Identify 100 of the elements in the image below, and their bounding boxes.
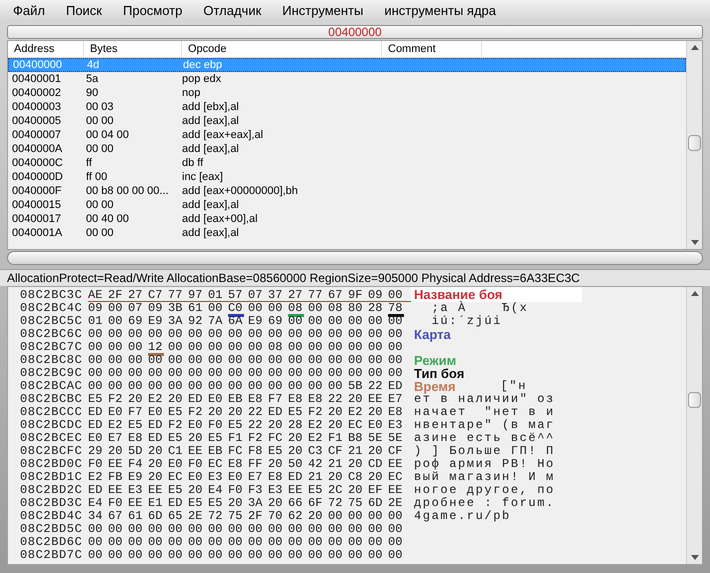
hex-byte: ED: [88, 406, 104, 418]
hex-byte: 00: [308, 315, 324, 327]
disassembly-row[interactable]: 00400017 00 40 00 add [eax+00],al: [8, 212, 686, 226]
opcode-cell-text: add [eax+00000000],bh: [182, 184, 299, 198]
hex-byte: 00: [368, 549, 384, 561]
disassembly-row[interactable]: 00400007 00 04 00 add [eax+eax],al: [8, 128, 686, 142]
hex-byte: 00: [288, 549, 304, 561]
hex-address: 08C2BD1C: [20, 471, 84, 483]
hex-byte: 00: [248, 367, 264, 379]
hex-byte: 00: [288, 367, 304, 379]
bytes-cell-text: 00 00: [85, 226, 115, 240]
menu-item[interactable]: Поиск: [66, 1, 102, 21]
column-header[interactable]: Address: [8, 41, 84, 57]
hex-byte: CF: [328, 445, 344, 457]
hex-byte: 77: [308, 289, 324, 301]
hex-byte: 67: [108, 510, 124, 522]
hex-byte: 21: [328, 458, 344, 470]
hex-byte: 20: [288, 445, 304, 457]
hex-byte: F7: [268, 393, 284, 405]
disassembly-row[interactable]: 00400001 5a pop edx: [8, 72, 686, 86]
scroll-thumb[interactable]: [688, 135, 701, 151]
hex-byte: E0: [88, 432, 104, 444]
hex-byte: 00: [108, 302, 124, 316]
hex-byte: 00: [188, 536, 204, 548]
menu-item[interactable]: Просмотр: [123, 1, 182, 21]
hex-byte: 20: [268, 458, 284, 470]
hex-byte: 57: [228, 289, 244, 301]
scroll-up-icon[interactable]: [690, 45, 698, 50]
hex-byte: 00: [248, 523, 264, 535]
hex-byte: 00: [348, 328, 364, 340]
hex-byte: 00: [328, 315, 344, 327]
disassembly-row[interactable]: 0040000D ff 00 inc [eax]: [8, 170, 686, 184]
hex-address: 08C2BD4C: [20, 510, 84, 522]
menu-item[interactable]: инструменты ядра: [384, 1, 496, 21]
hex-byte: 00: [88, 380, 104, 392]
scroll-thumb[interactable]: [688, 392, 701, 408]
hex-byte: 00: [328, 536, 344, 548]
menu-item[interactable]: Файл: [13, 1, 45, 21]
annotation-label: Тип боя: [413, 367, 464, 380]
hex-byte: E4: [208, 484, 224, 496]
hex-byte: 20: [188, 484, 204, 496]
column-header[interactable]: Opcode: [182, 41, 382, 57]
hex-byte: E8: [248, 393, 264, 405]
menu-item[interactable]: Инструменты: [282, 1, 364, 21]
disassembly-row[interactable]: 0040000A 00 00 add [eax],al: [8, 142, 686, 156]
hex-byte: 00: [168, 536, 184, 548]
hex-address: 08C2BCFC: [20, 445, 84, 457]
hex-byte: 00: [128, 341, 144, 355]
horizontal-scrollbar[interactable]: [7, 251, 703, 265]
hex-byte: AE: [88, 289, 104, 301]
hex-byte: 00: [368, 523, 384, 535]
ascii-text: ["н: [500, 380, 527, 392]
hex-address: 08C2BCCC: [20, 406, 84, 418]
opcode-cell-text: nop: [182, 86, 202, 100]
hex-byte: 62: [288, 510, 304, 522]
disassembly-row[interactable]: 00400003 00 03 add [ebx],al: [8, 100, 686, 114]
hex-byte: 00: [348, 536, 364, 548]
hex-byte: 22: [248, 419, 264, 431]
vertical-scrollbar[interactable]: [686, 287, 702, 564]
hex-byte: 00: [288, 523, 304, 535]
hex-byte: 00: [328, 367, 344, 379]
hex-byte: F2: [188, 406, 204, 418]
address-bar[interactable]: 00400000: [7, 25, 703, 39]
hex-byte: EF: [368, 484, 384, 496]
hex-address: 08C2BD5C: [20, 523, 84, 535]
bytes-cell-text: 00 04 00: [85, 128, 130, 142]
status-text: AllocationProtect=Read/Write AllocationBase=08560000 RegionSize=905000 Physical Address=6A33EC3C: [0, 270, 710, 286]
column-header[interactable]: Comment: [382, 41, 482, 57]
bytes-cell-text: 00 b8 00 00 00...: [85, 184, 170, 198]
disassembly-row[interactable]: 0040000F 00 b8 00 00 00... add [eax+00000000],bh: [8, 184, 686, 198]
disassembly-row[interactable]: 0040001A 00 00 add [eax],al: [8, 226, 686, 240]
disassembly-row[interactable]: 0040000C ff db ff: [8, 156, 686, 170]
disassembly-row[interactable]: 00400015 00 00 add [eax],al: [8, 198, 686, 212]
disassembly-row[interactable]: 00400002 90 nop: [8, 86, 686, 100]
disassembly-row[interactable]: 00400005 00 00 add [eax],al: [8, 114, 686, 128]
address-cell-text: 0040000D: [11, 170, 64, 184]
scroll-down-icon[interactable]: [690, 555, 698, 560]
hex-byte: 00: [368, 510, 384, 522]
hex-byte: F2: [168, 419, 184, 431]
hex-byte: 20: [328, 471, 344, 483]
vertical-scrollbar[interactable]: [686, 41, 702, 249]
hex-byte: 80: [348, 302, 364, 316]
hex-byte: 00: [168, 549, 184, 561]
hex-byte: C7: [148, 289, 164, 301]
hex-byte: 00: [268, 380, 284, 392]
scroll-down-icon[interactable]: [690, 240, 698, 245]
hex-byte: 00: [388, 289, 404, 301]
scroll-up-icon[interactable]: [690, 291, 698, 296]
hex-byte: 00: [328, 341, 344, 355]
hex-byte: 00: [228, 367, 244, 379]
hex-byte: 01: [208, 289, 224, 301]
menu-item[interactable]: Отладчик: [203, 1, 262, 21]
hex-byte: 92: [188, 315, 204, 327]
hex-byte: 00: [368, 328, 384, 340]
column-header[interactable]: Bytes: [84, 41, 182, 57]
ascii-text: вый магазин! И м: [413, 471, 555, 483]
hex-byte: 20: [208, 406, 224, 418]
hex-address: 08C2BCDC: [20, 419, 84, 431]
hex-byte: 6A: [228, 315, 244, 327]
hex-byte: E5: [168, 484, 184, 496]
